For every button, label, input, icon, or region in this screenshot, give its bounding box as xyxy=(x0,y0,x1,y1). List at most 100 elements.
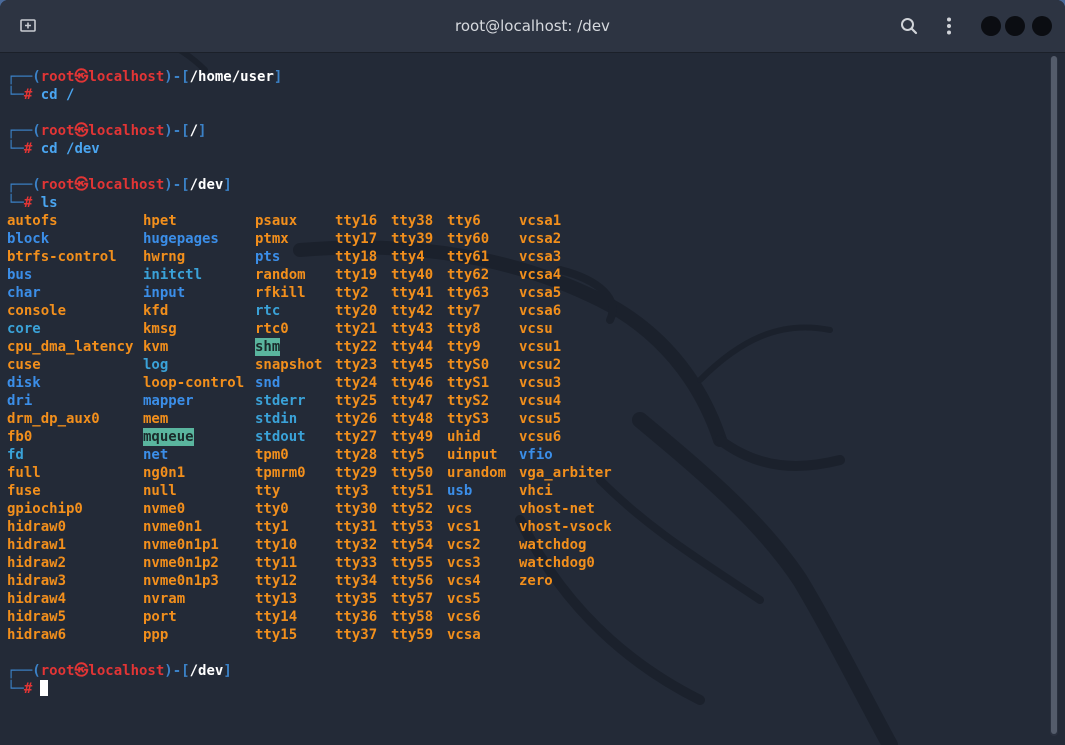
ls-entry: ttyS3 xyxy=(447,411,490,427)
ls-entry: tty40 xyxy=(391,267,434,283)
ls-entry: tty50 xyxy=(391,465,434,481)
ls-entry: vcsu2 xyxy=(519,357,562,373)
ls-entry: ttyS2 xyxy=(447,393,490,409)
ls-entry: tty35 xyxy=(335,591,378,607)
ls-entry: tty62 xyxy=(447,267,490,283)
ls-entry: tty4 xyxy=(391,249,425,265)
ls-entry: tty41 xyxy=(391,285,434,301)
ls-entry: hidraw3 xyxy=(7,573,67,589)
ls-entry: full xyxy=(7,465,41,481)
ls-entry: vcsa4 xyxy=(519,267,562,283)
ls-entry: tty31 xyxy=(335,519,378,535)
ls-entry: net xyxy=(143,447,169,463)
vertical-dots-icon xyxy=(947,17,951,35)
ls-entry: ttyS1 xyxy=(447,375,490,391)
prompt-line: ┌──(root㉿localhost)-[/home/user] xyxy=(7,68,1047,86)
ls-entry: hidraw1 xyxy=(7,537,67,553)
ls-entry: kmsg xyxy=(143,321,177,337)
ls-entry: usb xyxy=(447,483,473,499)
ls-entry: log xyxy=(143,357,169,373)
prompt-path: /dev xyxy=(189,663,224,679)
ls-entry: tty xyxy=(255,483,281,499)
ls-entry: tpmrm0 xyxy=(255,465,306,481)
ls-entry: tty21 xyxy=(335,321,378,337)
ls-entry: tty17 xyxy=(335,231,378,247)
ls-entry: char xyxy=(7,285,41,301)
ls-entry: rtc xyxy=(255,303,281,319)
ls-entry: tty55 xyxy=(391,555,434,571)
prompt-user: root㉿localhost xyxy=(40,663,165,679)
ls-entry: tty61 xyxy=(447,249,490,265)
ls-entry: autofs xyxy=(7,213,58,229)
terminal-output[interactable]: ┌──(root㉿localhost)-[/home/user] └─# cd … xyxy=(7,68,1047,738)
command-text: cd /dev xyxy=(32,141,100,157)
close-button[interactable] xyxy=(1032,16,1052,36)
ls-entry: vcs6 xyxy=(447,609,481,625)
ls-entry: kvm xyxy=(143,339,169,355)
command-line[interactable]: └─# xyxy=(7,680,1047,698)
ls-entry: drm_dp_aux0 xyxy=(7,411,100,427)
scrollbar[interactable] xyxy=(1050,56,1058,736)
ls-entry: vcsa1 xyxy=(519,213,562,229)
ls-entry: tty57 xyxy=(391,591,434,607)
ls-entry: nvram xyxy=(143,591,186,607)
prompt-line: ┌──(root㉿localhost)-[/dev] xyxy=(7,176,1047,194)
ls-entry: tty48 xyxy=(391,411,434,427)
prompt-user: root㉿localhost xyxy=(40,177,165,193)
terminal-window: root@localhost: /dev ┌──(root㉿localhost)… xyxy=(0,0,1065,745)
menu-button[interactable] xyxy=(938,15,960,37)
ls-entry: rtc0 xyxy=(255,321,289,337)
maximize-button[interactable] xyxy=(1005,16,1025,36)
prompt-user: root㉿localhost xyxy=(40,123,165,139)
ls-entry: tty24 xyxy=(335,375,378,391)
ls-entry: vcs4 xyxy=(447,573,481,589)
new-tab-icon xyxy=(20,19,36,32)
ls-entry: fb0 xyxy=(7,429,33,445)
ls-entry: vcs1 xyxy=(447,519,481,535)
ls-entry: nvme0 xyxy=(143,501,186,517)
prompt-frame: )-[ xyxy=(164,663,190,679)
ls-entry: vcsu xyxy=(519,321,553,337)
ls-entry: core xyxy=(7,321,41,337)
scrollbar-thumb[interactable] xyxy=(1051,56,1057,734)
ls-entry: tty9 xyxy=(447,339,481,355)
search-button[interactable] xyxy=(898,15,920,37)
ls-entry: watchdog xyxy=(519,537,587,553)
ls-entry: vcsa6 xyxy=(519,303,562,319)
ls-entry: hpet xyxy=(143,213,177,229)
ls-entry: hidraw4 xyxy=(7,591,67,607)
ls-entry: tty14 xyxy=(255,609,298,625)
ls-entry: bus xyxy=(7,267,33,283)
ls-entry: hugepages xyxy=(143,231,219,247)
search-icon xyxy=(901,18,918,35)
ls-entry: tty28 xyxy=(335,447,378,463)
ls-entry: nvme0n1 xyxy=(143,519,203,535)
ls-entry: tty13 xyxy=(255,591,298,607)
prompt-path: /dev xyxy=(189,177,224,193)
command-text: ls xyxy=(32,195,58,211)
minimize-button[interactable] xyxy=(981,16,1001,36)
ls-entry: ptmx xyxy=(255,231,289,247)
ls-entry: tty0 xyxy=(255,501,289,517)
ls-entry: stdin xyxy=(255,411,298,427)
prompt-frame: ┌──( xyxy=(7,663,41,679)
title-bar: root@localhost: /dev xyxy=(0,0,1065,53)
ls-entry: snapshot xyxy=(255,357,323,373)
ls-entry: tty53 xyxy=(391,519,434,535)
ls-entry: vcsu3 xyxy=(519,375,562,391)
ls-entry: vhost-net xyxy=(519,501,595,517)
ls-entry: loop-control xyxy=(143,375,245,391)
ls-entry: vcs2 xyxy=(447,537,481,553)
ls-entry: tty1 xyxy=(255,519,289,535)
ls-entry: vcs5 xyxy=(447,591,481,607)
new-tab-button[interactable] xyxy=(18,16,38,34)
ls-entry: fuse xyxy=(7,483,41,499)
ls-entry: tty11 xyxy=(255,555,298,571)
ls-entry: tty6 xyxy=(447,213,481,229)
ls-entry: vcs3 xyxy=(447,555,481,571)
ls-entry: mem xyxy=(143,411,169,427)
ls-entry: tty18 xyxy=(335,249,378,265)
ls-entry: tty30 xyxy=(335,501,378,517)
ls-entry: port xyxy=(143,609,177,625)
ls-entry: console xyxy=(7,303,67,319)
